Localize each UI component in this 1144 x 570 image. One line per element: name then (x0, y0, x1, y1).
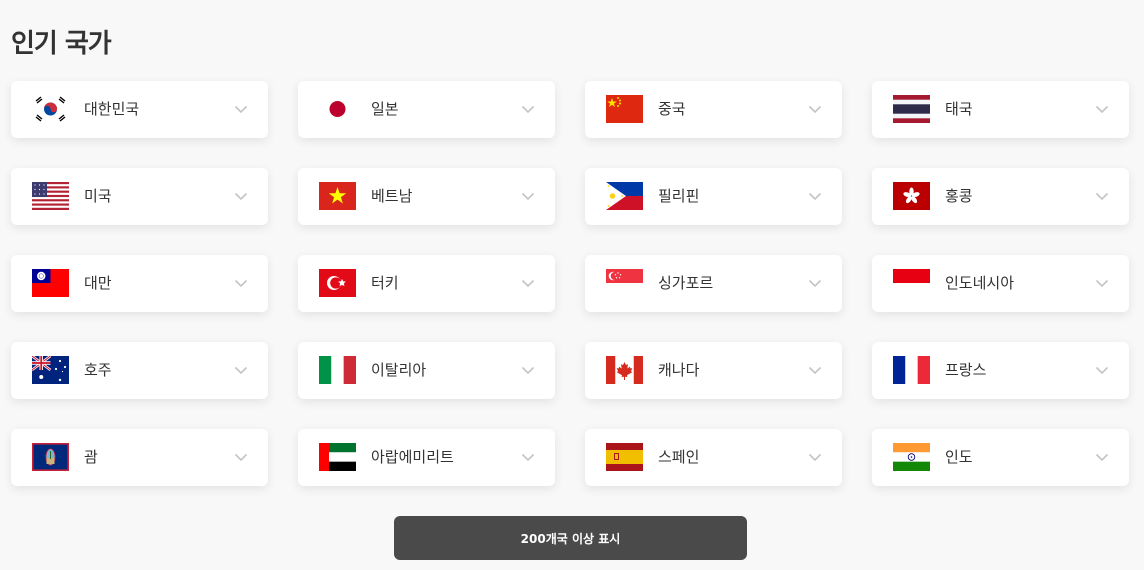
chevron-down-icon[interactable] (808, 276, 822, 290)
country-card-korea[interactable]: 대한민국 (11, 81, 268, 138)
japan-flag-icon (319, 95, 356, 123)
korea-flag-icon (32, 95, 69, 123)
chevron-down-icon[interactable] (1095, 189, 1109, 203)
page-title: 인기 국가 (11, 29, 112, 60)
country-card-canada[interactable]: 캐나다 (585, 342, 842, 399)
chevron-down-icon[interactable] (808, 363, 822, 377)
taiwan-flag-icon (32, 269, 69, 297)
country-card-singapore[interactable]: 싱가포르 (585, 255, 842, 312)
chevron-down-icon[interactable] (1095, 276, 1109, 290)
china-flag-icon (606, 95, 643, 123)
chevron-down-icon[interactable] (234, 102, 248, 116)
singapore-flag-icon (606, 269, 643, 297)
country-card-italy[interactable]: 이탈리아 (298, 342, 555, 399)
country-card-turkey[interactable]: 터키 (298, 255, 555, 312)
country-card-australia[interactable]: 호주 (11, 342, 268, 399)
country-card-hongkong[interactable]: 홍콩 (872, 168, 1129, 225)
country-card-guam[interactable]: 괌 (11, 429, 268, 486)
chevron-down-icon[interactable] (521, 189, 535, 203)
country-name: 중국 (658, 100, 686, 118)
country-name: 스페인 (658, 448, 700, 466)
guam-flag-icon (32, 443, 69, 471)
country-name: 태국 (945, 100, 973, 118)
country-name: 프랑스 (945, 361, 987, 379)
country-card-thailand[interactable]: 태국 (872, 81, 1129, 138)
country-card-uae[interactable]: 아랍에미리트 (298, 429, 555, 486)
country-card-indonesia[interactable]: 인도네시아 (872, 255, 1129, 312)
france-flag-icon (893, 356, 930, 384)
country-card-japan[interactable]: 일본 (298, 81, 555, 138)
chevron-down-icon[interactable] (521, 363, 535, 377)
indonesia-flag-icon (893, 269, 930, 297)
country-card-usa[interactable]: 미국 (11, 168, 268, 225)
country-name: 싱가포르 (658, 274, 714, 292)
country-card-india[interactable]: 인도 (872, 429, 1129, 486)
country-card-france[interactable]: 프랑스 (872, 342, 1129, 399)
country-name: 캐나다 (658, 361, 700, 379)
country-card-taiwan[interactable]: 대만 (11, 255, 268, 312)
country-name: 일본 (371, 100, 399, 118)
country-card-vietnam[interactable]: 베트남 (298, 168, 555, 225)
country-name: 아랍에미리트 (371, 448, 454, 466)
country-card-philippines[interactable]: 필리핀 (585, 168, 842, 225)
india-flag-icon (893, 443, 930, 471)
chevron-down-icon[interactable] (1095, 450, 1109, 464)
country-card-china[interactable]: 중국 (585, 81, 842, 138)
chevron-down-icon[interactable] (521, 450, 535, 464)
chevron-down-icon[interactable] (808, 102, 822, 116)
country-name: 대한민국 (84, 100, 140, 118)
chevron-down-icon[interactable] (521, 276, 535, 290)
country-name: 이탈리아 (371, 361, 427, 379)
chevron-down-icon[interactable] (1095, 102, 1109, 116)
country-name: 호주 (84, 361, 112, 379)
country-name: 베트남 (371, 187, 413, 205)
vietnam-flag-icon (319, 182, 356, 210)
usa-flag-icon (32, 182, 69, 210)
chevron-down-icon[interactable] (234, 189, 248, 203)
chevron-down-icon[interactable] (1095, 363, 1109, 377)
country-name: 인도 (945, 448, 973, 466)
country-name: 인도네시아 (945, 274, 1015, 292)
show-more-countries-button[interactable]: 200개국 이상 표시 (394, 516, 747, 560)
country-name: 대만 (84, 274, 112, 292)
country-name: 터키 (371, 274, 399, 292)
italy-flag-icon (319, 356, 356, 384)
canada-flag-icon (606, 356, 643, 384)
country-card-spain[interactable]: 스페인 (585, 429, 842, 486)
chevron-down-icon[interactable] (808, 450, 822, 464)
country-grid: 대한민국 일본 중국 태국 미국 베트남 필리핀 홍콩 대만 터키 싱가포르 인… (11, 81, 1129, 486)
chevron-down-icon[interactable] (808, 189, 822, 203)
country-name: 필리핀 (658, 187, 700, 205)
chevron-down-icon[interactable] (234, 450, 248, 464)
country-name: 홍콩 (945, 187, 973, 205)
country-name: 미국 (84, 187, 112, 205)
australia-flag-icon (32, 356, 69, 384)
thailand-flag-icon (893, 95, 930, 123)
hongkong-flag-icon (893, 182, 930, 210)
chevron-down-icon[interactable] (521, 102, 535, 116)
uae-flag-icon (319, 443, 356, 471)
chevron-down-icon[interactable] (234, 363, 248, 377)
spain-flag-icon (606, 443, 643, 471)
philippines-flag-icon (606, 182, 643, 210)
chevron-down-icon[interactable] (234, 276, 248, 290)
turkey-flag-icon (319, 269, 356, 297)
country-name: 괌 (84, 448, 98, 466)
